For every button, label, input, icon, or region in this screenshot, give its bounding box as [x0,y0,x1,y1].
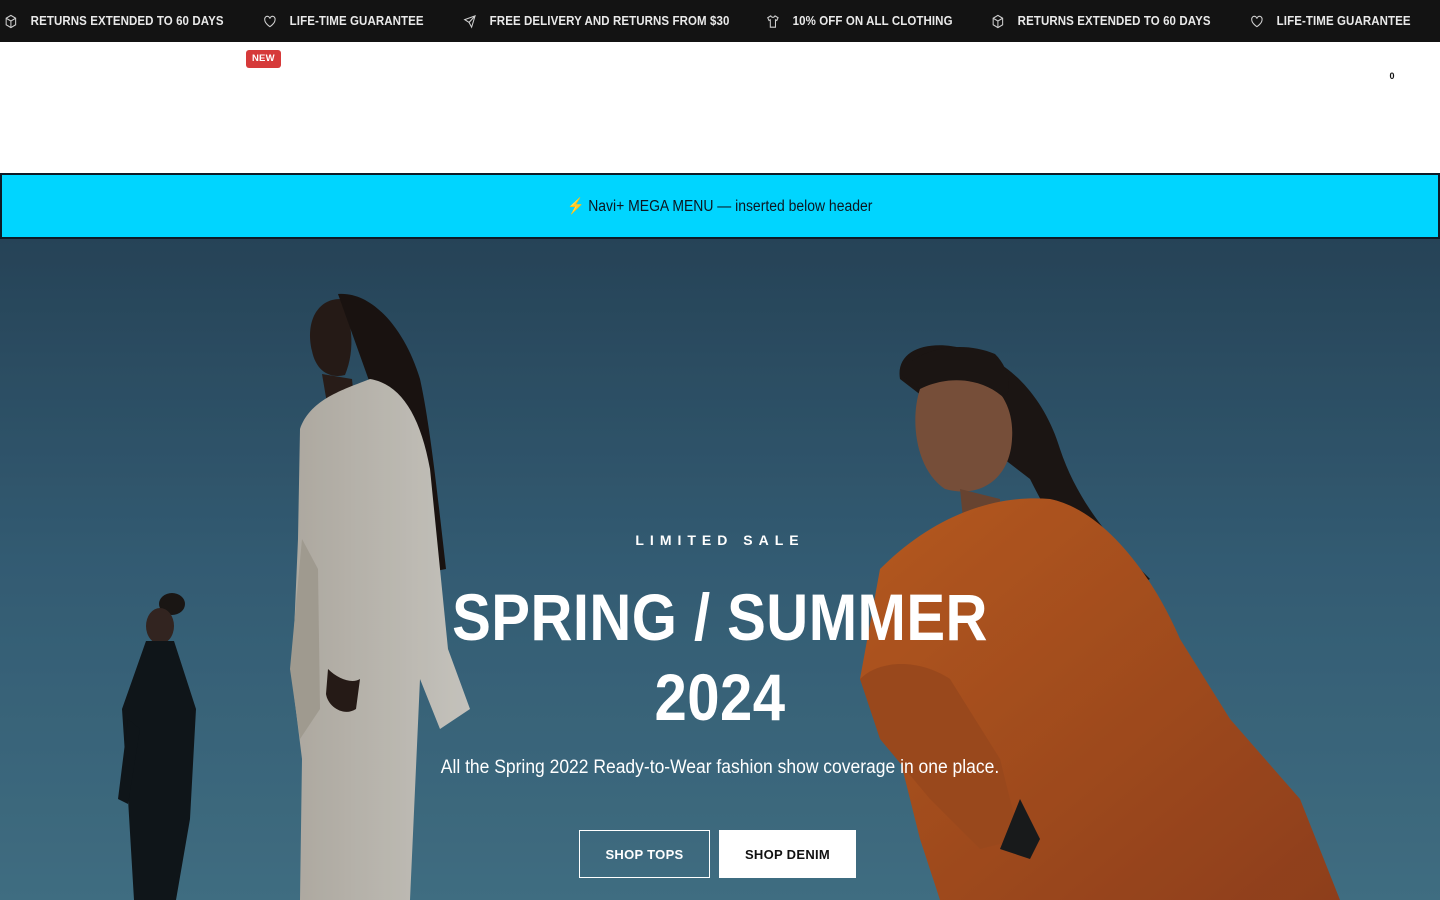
announcement-item: LIFE-TIME GUARANTEE [1250,0,1411,42]
shop-tops-button[interactable]: SHOP TOPS [579,830,710,878]
new-badge: NEW [246,50,281,68]
hero-headline-line2: 2024 [654,660,786,734]
hero-headline-line1: SPRING / SUMMER [452,580,988,654]
box-icon [992,14,1004,28]
heart-icon [1251,15,1263,27]
hero-banner: LIMITED SALE SPRING / SUMMER 2024 All th… [0,239,1440,900]
announcement-item: FREE DELIVERY AND RETURNS FROM $30 [463,0,729,42]
announcement-bar: RETURNS EXTENDED TO 60 DAYS LIFE-TIME GU… [0,0,1440,42]
shop-denim-button[interactable]: SHOP DENIM [719,830,856,878]
announcement-item: RETURNS EXTENDED TO 60 DAYS [991,0,1211,42]
shirt-icon [767,14,779,28]
heart-icon [264,15,276,27]
box-icon [5,14,17,28]
site-header: NEW 0 [0,42,1440,173]
hero-headline: SPRING / SUMMER 2024 [86,577,1353,737]
plane-icon [463,14,476,28]
announcement-item: RETURNS EXTENDED TO 60 DAYS [4,0,224,42]
hero-eyebrow: LIMITED SALE [635,532,805,548]
cart-count[interactable]: 0 [1386,70,1398,82]
announcement-item: 10% OFF ON ALL CLOTHING [766,0,953,42]
mega-menu-text: ⚡ Navi+ MEGA MENU — inserted below heade… [567,197,873,215]
announcement-item: LIFE-TIME GUARANTEE [263,0,424,42]
mega-menu-banner: ⚡ Navi+ MEGA MENU — inserted below heade… [0,173,1440,239]
hero-content: LIMITED SALE SPRING / SUMMER 2024 All th… [0,239,1440,900]
hero-subline: All the Spring 2022 Ready-to-Wear fashio… [440,757,1000,778]
